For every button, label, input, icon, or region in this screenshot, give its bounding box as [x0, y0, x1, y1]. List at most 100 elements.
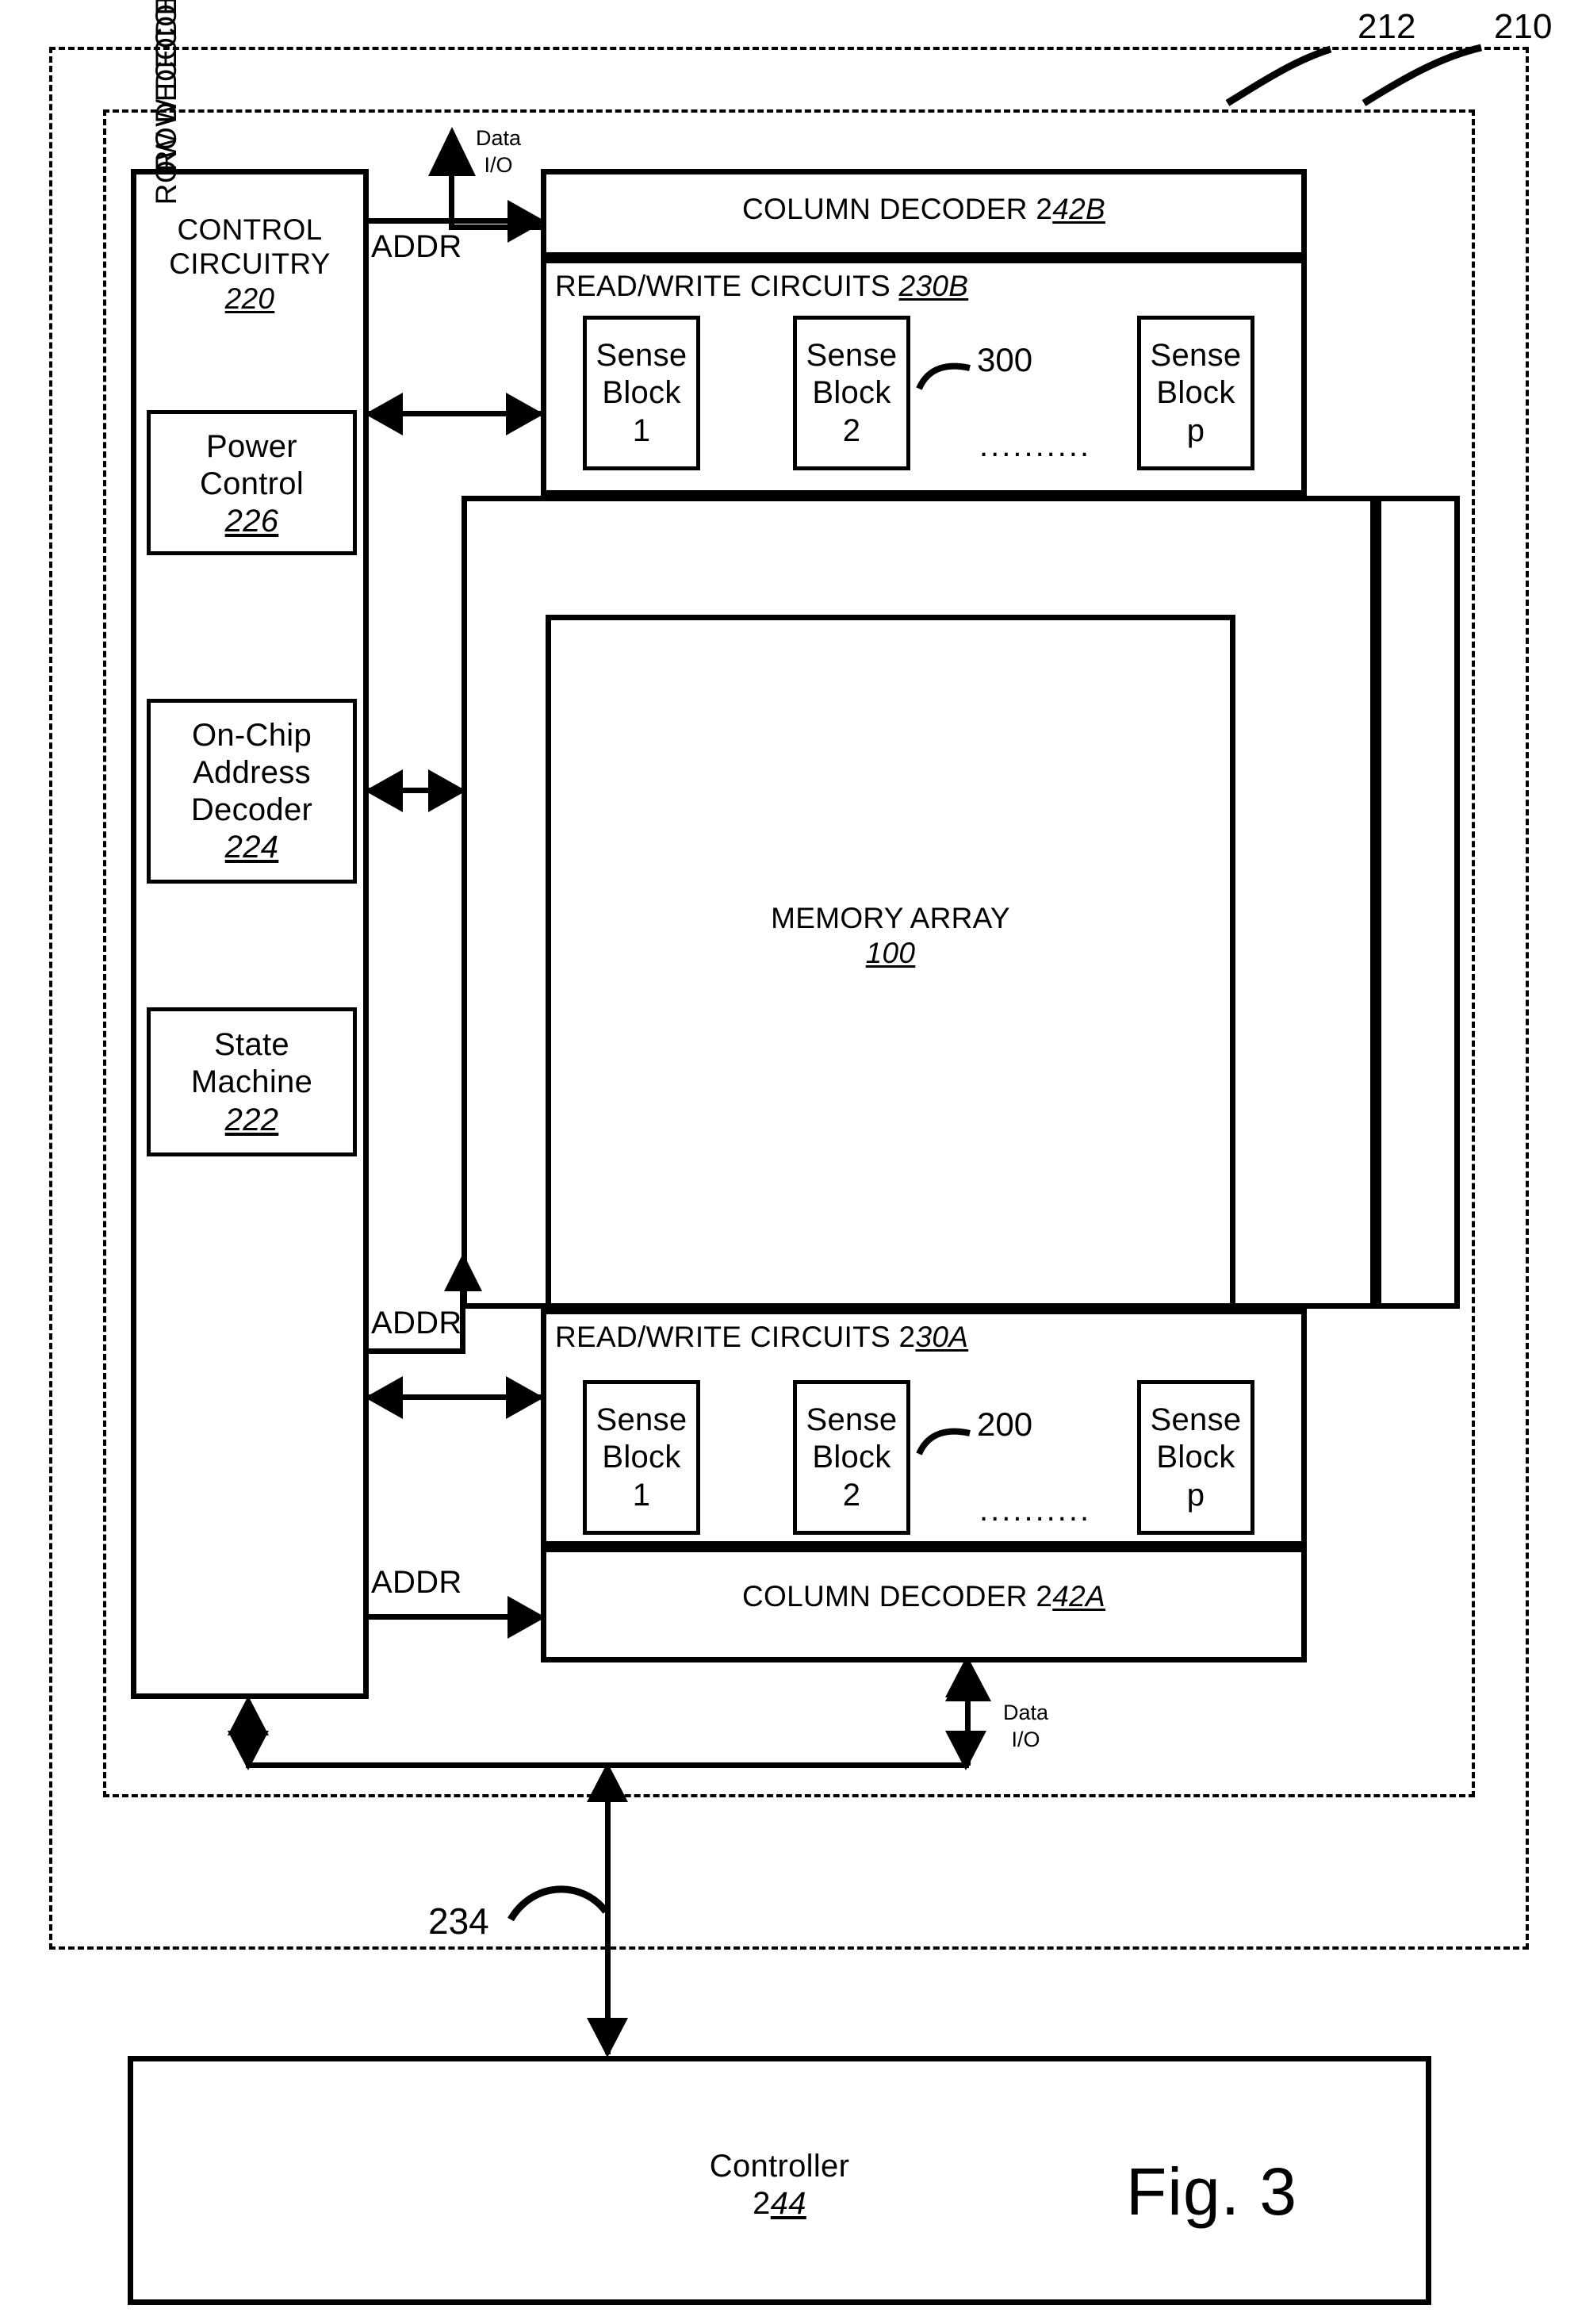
state-machine-ref: 222: [224, 1102, 279, 1137]
memory-array-text: MEMORY ARRAY: [771, 902, 1010, 935]
sense-block-b-ellipsis: ..........: [979, 428, 1092, 463]
ref-numeral-210: 210: [1494, 7, 1553, 46]
controller-ref: 44: [770, 2186, 806, 2221]
column-decoder-242b-label: COLUMN DECODER 242B: [541, 193, 1307, 227]
power-control-line1: Power: [206, 428, 297, 464]
bidir-240a-arrow-left: [365, 769, 403, 812]
control-circuitry-box: [131, 169, 369, 1699]
sense-block-b-1-l3: 1: [632, 412, 651, 448]
column-decoder-242a-ref: 42A: [1052, 1580, 1106, 1613]
data-io-bottom-label: Data I/O: [1003, 1700, 1048, 1754]
bus-234-arrow-up: [587, 1762, 628, 1802]
sense-block-a-p-l3: p: [1186, 1477, 1205, 1513]
on-chip-ref: 224: [224, 830, 279, 865]
memory-array-ref: 100: [865, 937, 916, 969]
controller-ref-group: 244: [753, 2185, 806, 2222]
read-write-230a-label: READ/WRITE CIRCUITS 230A: [555, 1321, 968, 1355]
sense-block-a-2-label: Sense Block 2: [793, 1386, 910, 1529]
power-control-line2: Control: [199, 466, 304, 501]
sense-block-b-2-l2: Block: [812, 375, 891, 411]
bidir-230a-arrow-right: [506, 1376, 544, 1419]
bidir-230b-arrow-right: [506, 393, 544, 435]
controller-text: Controller: [709, 2148, 850, 2184]
leader-line-300: [916, 362, 971, 390]
sense-block-b-p-l3: p: [1186, 412, 1205, 448]
bottom-bus-left-arrow-down: [228, 1731, 269, 1770]
on-chip-address-decoder-label: On-Chip Address Decoder 224: [147, 704, 357, 879]
control-circuitry-line1: CONTROL: [177, 213, 323, 246]
addr-bottom-arrowhead: [507, 1596, 546, 1639]
bidir-240a-arrow-right: [428, 769, 466, 812]
bottom-bus-right-arrow-down: [945, 1731, 986, 1770]
addr-bottom-label: ADDR: [371, 1565, 462, 1600]
sense-block-b-2-l3: 2: [842, 412, 861, 448]
row-decoder-240b-box: [1376, 496, 1460, 1309]
read-write-230b-text: READ/WRITE CIRCUITS: [555, 270, 899, 302]
column-decoder-242a-label: COLUMN DECODER 242A: [541, 1580, 1307, 1614]
column-decoder-242b-ref: 42B: [1052, 193, 1106, 225]
control-circuitry-line2: CIRCUITRY: [169, 247, 331, 281]
sense-block-b-2-l1: Sense: [806, 338, 898, 374]
data-io-bottom-l2: I/O: [1011, 1727, 1040, 1751]
sense-block-a-1-l2: Block: [602, 1440, 681, 1475]
sense-block-b-1-label: Sense Block 1: [583, 322, 700, 465]
leader-line-210: [1362, 44, 1482, 106]
sense-block-a-1-l3: 1: [632, 1477, 651, 1513]
data-io-top-l1: Data: [476, 126, 522, 150]
column-decoder-242b-text: COLUMN DECODER 2: [741, 193, 1053, 225]
control-circuitry-title: CONTROL CIRCUITRY 220: [131, 197, 369, 332]
callout-300: 300: [977, 341, 1033, 378]
data-io-top-label: Data I/O: [476, 125, 521, 179]
addr-mid-horizontal: [366, 1348, 465, 1354]
figure-title: Fig. 3: [1126, 2154, 1298, 2229]
addr-top-line: [366, 218, 517, 224]
sense-block-a-1-label: Sense Block 1: [583, 1386, 700, 1529]
leader-line-212: [1225, 45, 1332, 106]
control-circuitry-ref: 220: [224, 282, 275, 315]
sense-block-a-1-l1: Sense: [596, 1402, 688, 1438]
data-io-bottom-l1: Data: [1003, 1701, 1049, 1724]
read-write-230b-label: READ/WRITE CIRCUITS 230B: [555, 270, 968, 304]
state-machine-line2: Machine: [190, 1064, 313, 1100]
read-write-230b-ref: 230B: [898, 270, 969, 302]
data-io-top-arrowhead: [428, 127, 476, 176]
addr-top-label: ADDR: [371, 229, 462, 264]
sense-block-a-2-l1: Sense: [806, 1402, 898, 1438]
sense-block-b-p-l2: Block: [1156, 375, 1235, 411]
addr-top-arrowhead: [507, 200, 546, 243]
sense-block-b-p-label: Sense Block p: [1137, 322, 1254, 465]
addr-mid-label: ADDR: [371, 1306, 462, 1340]
sense-block-a-2-l3: 2: [842, 1477, 861, 1513]
sense-block-a-2-l2: Block: [812, 1440, 891, 1475]
leader-line-200: [916, 1428, 971, 1455]
read-write-230a-text: READ/WRITE CIRCUITS 2: [555, 1321, 916, 1353]
read-write-230a-ref: 30A: [915, 1321, 969, 1353]
memory-array-label: MEMORY ARRAY 100: [546, 892, 1235, 980]
patent-figure-3: 2 1 2 210 CONTROL CIRCUITRY 220 Power Cont…: [0, 0, 1578, 2324]
state-machine-label: State Machine 222: [147, 1015, 357, 1150]
bidir-230a-arrow-left: [365, 1376, 403, 1419]
on-chip-line1: On-Chip: [191, 717, 312, 753]
on-chip-line3: Decoder: [190, 792, 313, 827]
leader-arc-234: [507, 1885, 609, 1922]
sense-block-a-p-l2: Block: [1156, 1440, 1235, 1475]
row-decoder-240b-label: ROW DECODER 240B: [150, 0, 183, 217]
controller-ref-prefix: 2: [753, 2186, 771, 2221]
sense-block-b-1-l2: Block: [602, 375, 681, 411]
sense-block-a-ellipsis: ..........: [979, 1493, 1092, 1528]
sense-block-a-p-label: Sense Block p: [1137, 1386, 1254, 1529]
state-machine-line1: State: [214, 1027, 289, 1063]
bidir-230b-arrow-left: [365, 393, 403, 435]
data-io-top-l2: I/O: [484, 152, 513, 177]
row-decoder-240b-text: ROW DECODER 2: [150, 0, 182, 205]
sense-block-a-p-l1: Sense: [1150, 1402, 1242, 1438]
sense-block-b-1-l1: Sense: [596, 338, 688, 374]
sense-block-b-p-l1: Sense: [1150, 338, 1242, 374]
callout-200: 200: [977, 1406, 1033, 1443]
sense-block-b-2-label: Sense Block 2: [793, 322, 910, 465]
bottom-bus-right-arrow-up: [945, 1658, 986, 1697]
power-control-ref: 226: [224, 504, 279, 539]
bus-234-arrow-down: [587, 2018, 628, 2057]
column-decoder-242a-text: COLUMN DECODER 2: [741, 1580, 1053, 1613]
power-control-label: Power Control 226: [147, 419, 357, 550]
